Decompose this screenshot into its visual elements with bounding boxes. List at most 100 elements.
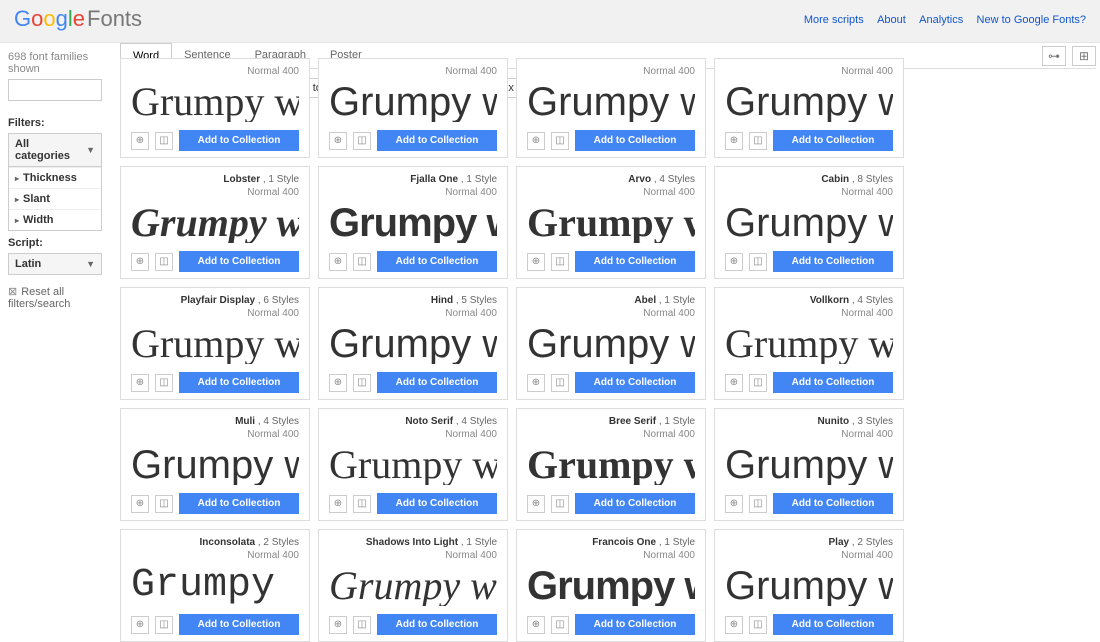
popout-icon[interactable]: ◫	[353, 132, 371, 150]
quick-use-icon[interactable]: ⊕	[131, 616, 149, 634]
logo[interactable]: GoogleFonts	[14, 6, 142, 32]
popout-icon[interactable]: ◫	[749, 374, 767, 392]
font-card: Hind , 5 StylesNormal 400Grumpy wiz⊕◫Add…	[318, 287, 508, 400]
reset-filters[interactable]: Reset all filters/search	[8, 285, 102, 310]
quick-use-icon[interactable]: ⊕	[329, 253, 347, 271]
popout-icon[interactable]: ◫	[749, 253, 767, 271]
card-header: Hind , 5 StylesNormal 400	[329, 294, 497, 320]
nav-analytics[interactable]: Analytics	[919, 14, 963, 26]
specimen-text: Grumpy wiz	[725, 324, 893, 364]
card-header: Normal 400	[725, 65, 893, 78]
add-to-collection-button[interactable]: Add to Collection	[377, 372, 497, 393]
view-link-icon[interactable]: ⊶	[1042, 46, 1066, 66]
quick-use-icon[interactable]: ⊕	[527, 253, 545, 271]
quick-use-icon[interactable]: ⊕	[329, 616, 347, 634]
add-to-collection-button[interactable]: Add to Collection	[179, 251, 299, 272]
filter-slant[interactable]: Slant	[9, 188, 101, 209]
filter-thickness[interactable]: Thickness	[9, 167, 101, 188]
add-to-collection-button[interactable]: Add to Collection	[377, 493, 497, 514]
popout-icon[interactable]: ◫	[353, 495, 371, 513]
popout-icon[interactable]: ◫	[551, 616, 569, 634]
view-grid-icon[interactable]: ⊞	[1072, 46, 1096, 66]
specimen-text: Grumpy wiz	[527, 324, 695, 364]
quick-use-icon[interactable]: ⊕	[131, 253, 149, 271]
popout-icon[interactable]: ◫	[353, 616, 371, 634]
add-to-collection-button[interactable]: Add to Collection	[575, 372, 695, 393]
add-to-collection-button[interactable]: Add to Collection	[575, 614, 695, 635]
font-card: Abel , 1 StyleNormal 400Grumpy wiz⊕◫Add …	[516, 287, 706, 400]
font-card: Bree Serif , 1 StyleNormal 400Grumpy wiz…	[516, 408, 706, 521]
card-header: Fjalla One , 1 StyleNormal 400	[329, 173, 497, 199]
add-to-collection-button[interactable]: Add to Collection	[179, 372, 299, 393]
card-header: Normal 400	[329, 65, 497, 78]
card-header: Noto Serif , 4 StylesNormal 400	[329, 415, 497, 441]
quick-use-icon[interactable]: ⊕	[329, 374, 347, 392]
quick-use-icon[interactable]: ⊕	[329, 132, 347, 150]
quick-use-icon[interactable]: ⊕	[725, 616, 743, 634]
popout-icon[interactable]: ◫	[155, 132, 173, 150]
font-card: Inconsolata , 2 StylesNormal 400Grumpy w…	[120, 529, 310, 642]
add-to-collection-button[interactable]: Add to Collection	[773, 251, 893, 272]
quick-use-icon[interactable]: ⊕	[527, 616, 545, 634]
nav-about[interactable]: About	[877, 14, 906, 26]
search-input[interactable]	[8, 79, 102, 101]
add-to-collection-button[interactable]: Add to Collection	[377, 130, 497, 151]
quick-use-icon[interactable]: ⊕	[725, 253, 743, 271]
add-to-collection-button[interactable]: Add to Collection	[773, 372, 893, 393]
quick-use-icon[interactable]: ⊕	[725, 495, 743, 513]
font-card: Normal 400 Grumpy wiz ⊕ ◫ Add to Collection	[714, 58, 904, 158]
popout-icon[interactable]: ◫	[749, 495, 767, 513]
font-card: Normal 400Grumpy wiz⊕◫Add to Collection	[318, 58, 508, 158]
quick-use-icon[interactable]: ⊕	[725, 374, 743, 392]
add-to-collection-button[interactable]: Add to Collection	[179, 493, 299, 514]
script-select[interactable]: Latin▼	[8, 253, 102, 275]
popout-icon[interactable]: ◫	[353, 374, 371, 392]
popout-icon[interactable]: ◫	[749, 132, 767, 150]
card-header: Francois One , 1 StyleNormal 400	[527, 536, 695, 562]
chevron-down-icon: ▼	[86, 259, 95, 269]
quick-use-icon[interactable]: ⊕	[131, 374, 149, 392]
card-header: Normal 400	[527, 65, 695, 78]
popout-icon[interactable]: ◫	[155, 253, 173, 271]
popout-icon[interactable]: ◫	[551, 132, 569, 150]
nav-new[interactable]: New to Google Fonts?	[977, 14, 1086, 26]
add-to-collection-button[interactable]: Add to Collection	[575, 251, 695, 272]
popout-icon[interactable]: ◫	[749, 616, 767, 634]
quick-use-icon[interactable]: ⊕	[725, 132, 743, 150]
quick-use-icon[interactable]: ⊕	[131, 495, 149, 513]
quick-use-icon[interactable]: ⊕	[527, 132, 545, 150]
quick-use-icon[interactable]: ⊕	[329, 495, 347, 513]
popout-icon[interactable]: ◫	[155, 495, 173, 513]
popout-icon[interactable]: ◫	[353, 253, 371, 271]
add-to-collection-button[interactable]: Add to Collection	[575, 130, 695, 151]
add-to-collection-button[interactable]: Add to Collection	[773, 493, 893, 514]
popout-icon[interactable]: ◫	[155, 616, 173, 634]
filter-width[interactable]: Width	[9, 209, 101, 230]
specimen-text: Grumpy wiz	[725, 82, 893, 122]
add-to-collection-button[interactable]: Add to Collection	[179, 614, 299, 635]
add-to-collection-button[interactable]: Add to Collection	[179, 130, 299, 151]
nav-more-scripts[interactable]: More scripts	[804, 14, 864, 26]
add-to-collection-button[interactable]: Add to Collection	[773, 130, 893, 151]
popout-icon[interactable]: ◫	[551, 374, 569, 392]
results-count: 698 font families shown	[8, 51, 102, 75]
font-card: Fjalla One , 1 StyleNormal 400Grumpy wiz…	[318, 166, 508, 279]
quick-use-icon[interactable]: ⊕	[527, 495, 545, 513]
popout-icon[interactable]: ◫	[551, 495, 569, 513]
font-card: Arvo , 4 StylesNormal 400Grumpy wiz⊕◫Add…	[516, 166, 706, 279]
add-to-collection-button[interactable]: Add to Collection	[377, 614, 497, 635]
card-header: Normal 400	[131, 65, 299, 78]
categories-select[interactable]: All categories▼	[8, 133, 102, 167]
add-to-collection-button[interactable]: Add to Collection	[575, 493, 695, 514]
add-to-collection-button[interactable]: Add to Collection	[377, 251, 497, 272]
font-grid: Normal 400Grumpy wiz⊕◫Add to CollectionN…	[120, 58, 1096, 642]
specimen-text: Grumpy wiz	[725, 445, 893, 485]
add-to-collection-button[interactable]: Add to Collection	[773, 614, 893, 635]
quick-use-icon[interactable]: ⊕	[527, 374, 545, 392]
quick-use-icon[interactable]: ⊕	[131, 132, 149, 150]
popout-icon[interactable]: ◫	[155, 374, 173, 392]
card-header: Play , 2 StylesNormal 400	[725, 536, 893, 562]
font-card: Normal 400Grumpy wiz⊕◫Add to Collection	[516, 58, 706, 158]
popout-icon[interactable]: ◫	[551, 253, 569, 271]
specimen-text: Grumpy wiz	[131, 324, 299, 364]
